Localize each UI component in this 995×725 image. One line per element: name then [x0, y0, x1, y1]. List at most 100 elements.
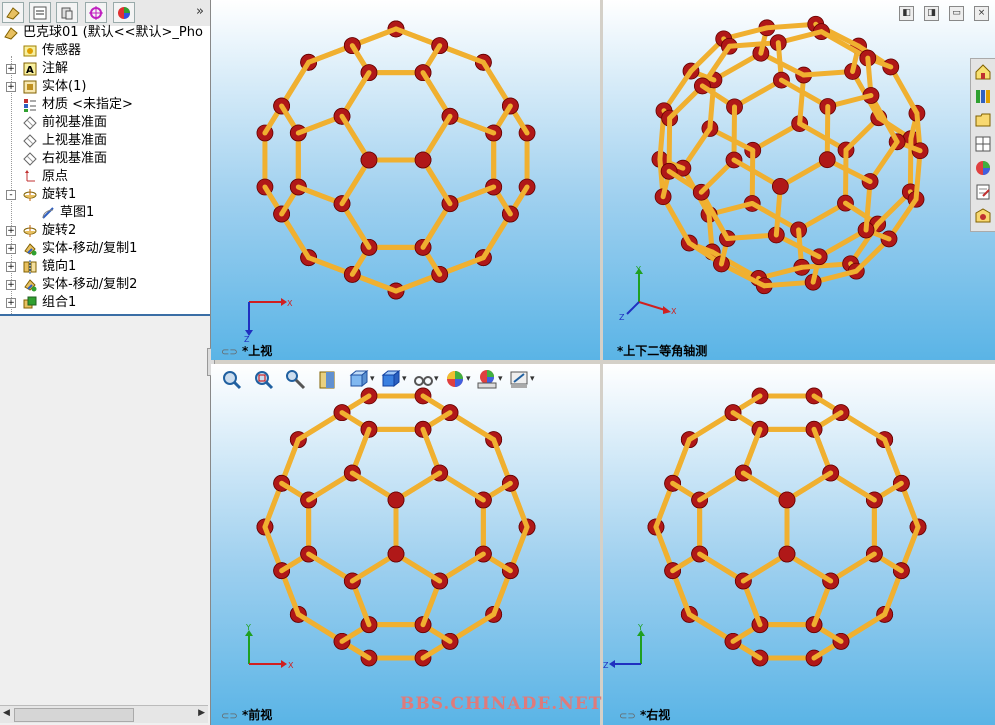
viewport-front[interactable]: Y X ⊂⊃ *前视 — [211, 364, 600, 725]
apply-scene-icon[interactable]: ▾ — [476, 368, 503, 396]
tree-node-label: 巴克球01 (默认<<默认>_Pho — [23, 25, 203, 40]
watermark: BBS.CHINADE.NET — [400, 694, 603, 714]
expand-panel-icon[interactable]: » — [196, 4, 204, 19]
window-controls: ◧ ◨ ▭ × — [889, 4, 989, 21]
scrollbar-thumb[interactable] — [14, 708, 134, 722]
expand-node-icon[interactable]: + — [6, 262, 16, 272]
feature-tree: 巴克球01 (默认<<默认>_Pho 传感器 + A 注解 + 实体(1) 材质 <未指定> 前… — [0, 24, 210, 320]
viewport-label: ⊂⊃ *前视 — [221, 708, 273, 722]
tree-node[interactable]: 原点 — [0, 168, 210, 186]
expand-node-icon[interactable]: + — [6, 244, 16, 254]
prev-icon[interactable]: ◧ — [899, 6, 914, 21]
triad-x-label: X — [671, 307, 677, 316]
revolve-icon — [23, 189, 37, 201]
edit-appearance-icon[interactable]: ▾ — [444, 368, 471, 396]
dropdown-arrow-icon[interactable]: ▾ — [498, 374, 503, 384]
dropdown-arrow-icon[interactable]: ▾ — [466, 374, 471, 384]
solidworks-resources-icon[interactable] — [974, 63, 992, 81]
zoom-to-fit-icon[interactable] — [220, 368, 246, 396]
dropdown-arrow-icon[interactable]: ▾ — [370, 374, 375, 384]
triad-y-label: Y — [245, 624, 251, 632]
tree-node-label: 上视基准面 — [42, 133, 108, 148]
collapse-node-icon[interactable]: - — [6, 190, 16, 200]
tree-node[interactable]: 草图1 — [0, 204, 210, 222]
tree-node[interactable]: + A 注解 — [0, 60, 210, 78]
mirror-icon — [23, 260, 37, 274]
tree-node[interactable]: + 实体(1) — [0, 78, 210, 96]
expand-node-icon[interactable]: + — [6, 280, 16, 290]
next-icon[interactable]: ◨ — [924, 6, 939, 21]
atom — [778, 545, 796, 563]
tree-node[interactable]: 右视基准面 — [0, 150, 210, 168]
axis-triad: Y X Z — [619, 265, 677, 322]
tree-node[interactable]: 前视基准面 — [0, 114, 210, 132]
feature-manager-tab[interactable] — [2, 2, 24, 23]
triad-x-label: X — [288, 661, 294, 670]
tree-node[interactable]: 传感器 — [0, 42, 210, 60]
section-view-icon[interactable] — [316, 368, 342, 396]
move-copy-icon — [24, 279, 37, 292]
link-views-icon[interactable]: ⊂⊃ — [221, 711, 238, 722]
atom — [360, 151, 378, 169]
expand-node-icon[interactable]: + — [6, 64, 16, 74]
hide-show-items-icon[interactable]: ▾ — [412, 368, 439, 396]
view-palette-icon[interactable] — [974, 135, 992, 153]
tree-node-label: 注解 — [42, 61, 69, 76]
plane-icon — [23, 116, 37, 130]
solid-bodies-icon — [23, 80, 37, 94]
close-icon[interactable]: × — [974, 6, 989, 21]
zoom-to-area-icon[interactable] — [252, 368, 278, 396]
viewport-right[interactable]: Y Z ⊂⊃ *右视 — [603, 364, 995, 725]
move-copy-icon — [24, 243, 37, 256]
tree-node[interactable]: + 实体-移动/复制1 — [0, 240, 210, 258]
atom — [778, 491, 796, 509]
appearances-icon[interactable] — [974, 159, 992, 177]
horizontal-scrollbar[interactable]: ◀ ▶ — [0, 705, 208, 723]
tree-node-label: 材质 <未指定> — [42, 97, 133, 112]
tree-node[interactable]: 材质 <未指定> — [0, 96, 210, 114]
configuration-manager-tab[interactable] — [56, 2, 78, 23]
design-library-icon[interactable] — [974, 87, 992, 105]
toolbox-icon[interactable] — [974, 207, 992, 225]
dimxpert-tab[interactable] — [85, 2, 107, 23]
dropdown-arrow-icon[interactable]: ▾ — [530, 374, 535, 384]
feature-manager-empty-area — [0, 316, 210, 706]
property-manager-tab[interactable] — [29, 2, 51, 23]
atom — [387, 545, 405, 563]
tree-node-label: 镜向1 — [42, 259, 77, 274]
triad-z-label: Z — [619, 313, 625, 322]
viewport-isometric[interactable]: ◧ ◨ ▭ × Y X Z *上下二等角轴测 — [603, 0, 995, 360]
tree-node[interactable]: + 镜向1 — [0, 258, 210, 276]
tree-node-label: 草图1 — [60, 205, 95, 220]
link-views-icon[interactable]: ⊂⊃ — [221, 347, 238, 358]
tree-node[interactable]: + 旋转2 — [0, 222, 210, 240]
restore-icon[interactable]: ▭ — [949, 6, 964, 21]
viewport-top[interactable]: X Z ⊂⊃ *上视 — [211, 0, 600, 360]
expand-node-icon[interactable]: + — [6, 298, 16, 308]
tree-node[interactable]: - 旋转1 — [0, 186, 210, 204]
tree-node[interactable]: + 组合1 — [0, 294, 210, 312]
previous-view-icon[interactable] — [284, 368, 310, 396]
view-orientation-icon[interactable]: ▾ — [348, 368, 375, 396]
scroll-left-icon[interactable]: ◀ — [3, 708, 10, 718]
tree-node[interactable]: 上视基准面 — [0, 132, 210, 150]
triad-x-label: X — [287, 299, 293, 308]
tree-node-label: 传感器 — [42, 43, 82, 58]
view-settings-icon[interactable]: ▾ — [508, 368, 535, 396]
link-views-icon[interactable]: ⊂⊃ — [619, 711, 636, 722]
tree-node-label: 实体-移动/复制1 — [42, 241, 138, 256]
dropdown-arrow-icon[interactable]: ▾ — [434, 374, 439, 384]
expand-node-icon[interactable]: + — [6, 226, 16, 236]
tree-node[interactable]: + 实体-移动/复制2 — [0, 276, 210, 294]
tree-node-label: 实体-移动/复制2 — [42, 277, 138, 292]
expand-node-icon[interactable]: + — [6, 82, 16, 92]
custom-properties-icon[interactable] — [974, 183, 992, 201]
tree-node[interactable]: 巴克球01 (默认<<默认>_Pho — [0, 24, 210, 42]
annotation-icon: A — [23, 62, 37, 76]
file-explorer-icon[interactable] — [974, 111, 992, 129]
display-manager-tab[interactable] — [113, 2, 135, 23]
dropdown-arrow-icon[interactable]: ▾ — [402, 374, 407, 384]
atom — [387, 491, 405, 509]
scroll-right-icon[interactable]: ▶ — [198, 708, 205, 718]
display-style-icon[interactable]: ▾ — [380, 368, 407, 396]
